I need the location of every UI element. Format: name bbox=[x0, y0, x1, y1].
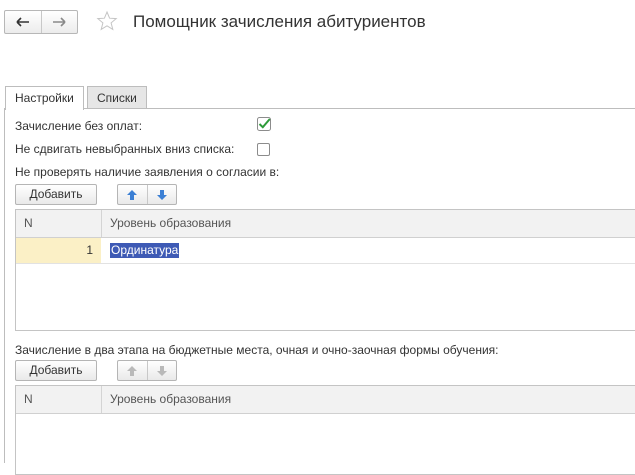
move-up-button[interactable] bbox=[118, 185, 147, 204]
page-title: Помощник зачисления абитуриентов bbox=[133, 12, 426, 31]
column-header-level[interactable]: Уровень образования bbox=[102, 210, 622, 237]
table-header: N Уровень образования bbox=[16, 386, 635, 414]
move-up-button-2[interactable] bbox=[118, 361, 147, 380]
table-header: N Уровень образования bbox=[16, 210, 635, 238]
navigation-buttons bbox=[4, 10, 78, 34]
enroll-without-payment-label: Зачисление без оплат: bbox=[15, 119, 143, 133]
table-row[interactable]: 1 Ординатура bbox=[16, 238, 635, 264]
add-button[interactable]: Добавить bbox=[15, 184, 97, 205]
arrow-right-icon bbox=[53, 17, 66, 27]
education-levels-table: N Уровень образования 1 Ординатура bbox=[15, 209, 635, 331]
tab-divider bbox=[4, 108, 635, 109]
favorite-button[interactable] bbox=[96, 10, 118, 32]
move-buttons bbox=[117, 184, 177, 205]
arrow-down-icon bbox=[156, 365, 167, 376]
two-stage-label: Зачисление в два этапа на бюджетные мест… bbox=[15, 343, 499, 357]
column-header-n[interactable]: N bbox=[16, 386, 101, 413]
arrow-up-icon bbox=[127, 365, 138, 376]
column-header-level[interactable]: Уровень образования bbox=[102, 386, 622, 413]
enroll-without-payment-checkbox[interactable] bbox=[256, 116, 272, 132]
no-move-unselected-label: Не сдвигать невыбранных вниз списка: bbox=[15, 142, 235, 156]
tab-lists[interactable]: Списки bbox=[87, 86, 147, 108]
tab-settings[interactable]: Настройки bbox=[5, 86, 84, 110]
back-button[interactable] bbox=[5, 11, 41, 33]
education-level-cell[interactable]: Ординатура bbox=[110, 243, 180, 258]
row-number: 1 bbox=[16, 238, 101, 263]
move-buttons-2 bbox=[117, 360, 177, 381]
two-stage-table: N Уровень образования bbox=[15, 385, 635, 475]
no-move-unselected-checkbox[interactable] bbox=[257, 143, 270, 156]
column-header-n[interactable]: N bbox=[16, 210, 101, 237]
arrow-down-icon bbox=[156, 189, 167, 200]
star-icon bbox=[96, 10, 118, 31]
move-down-button[interactable] bbox=[146, 185, 177, 204]
add-button-2[interactable]: Добавить bbox=[15, 360, 97, 381]
no-check-consent-label: Не проверять наличие заявления о согласи… bbox=[15, 165, 280, 179]
forward-button[interactable] bbox=[40, 11, 78, 33]
arrow-left-icon bbox=[16, 17, 29, 27]
panel-border bbox=[4, 108, 5, 463]
checkmark-icon bbox=[257, 117, 271, 131]
move-down-button-2[interactable] bbox=[146, 361, 177, 380]
arrow-up-icon bbox=[127, 189, 138, 200]
